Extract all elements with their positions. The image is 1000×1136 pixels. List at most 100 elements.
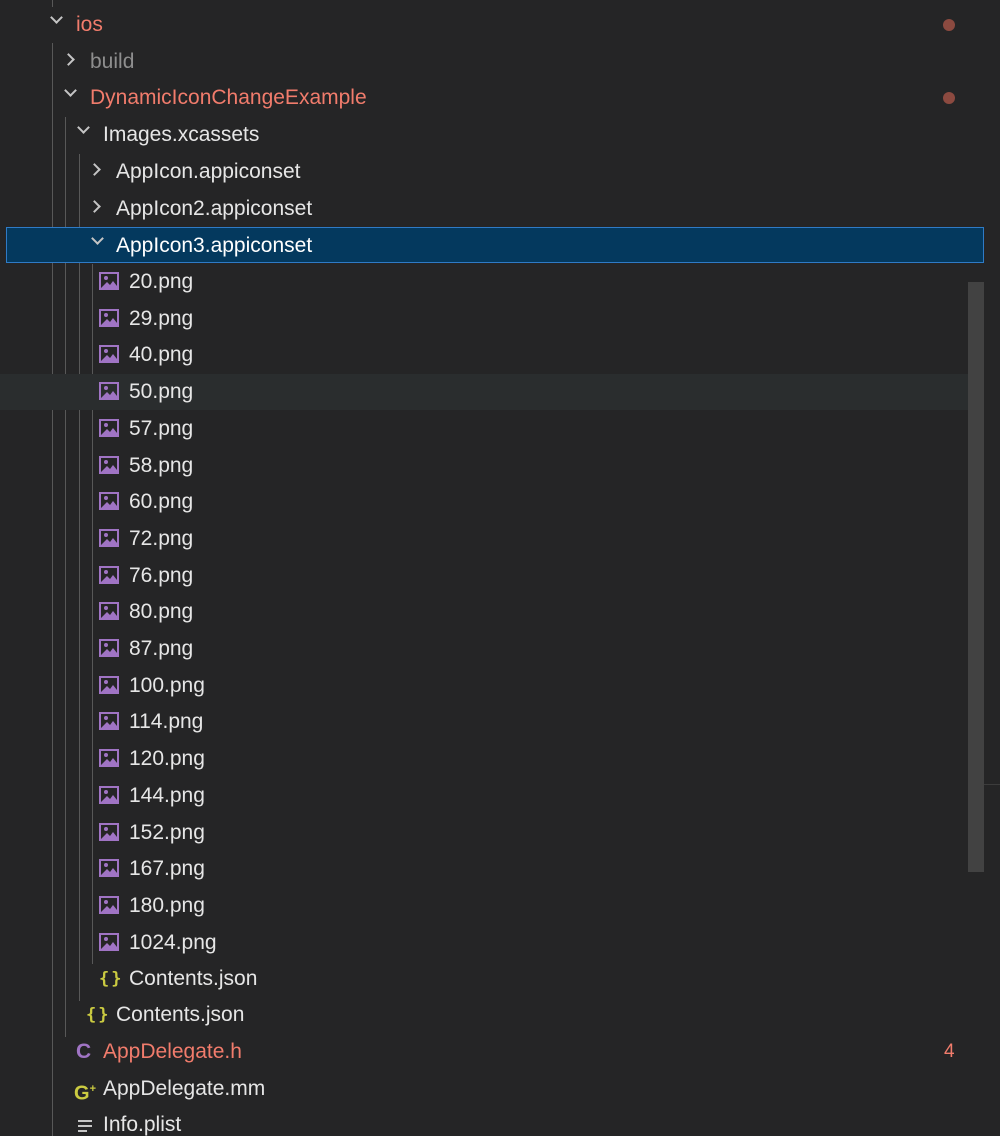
modified-dot-icon <box>943 19 955 31</box>
file-label: Info.plist <box>103 1113 182 1136</box>
file-label: 152.png <box>129 821 205 844</box>
tree-folder-appicon2-appiconset[interactable]: AppIcon2.appiconset <box>0 191 1000 227</box>
tree-file-appdelegate-mm[interactable]: G+ AppDelegate.mm <box>0 1071 1000 1107</box>
folder-label: Images.xcassets <box>103 123 260 146</box>
file-label: 167.png <box>129 857 205 880</box>
file-label: AppDelegate.mm <box>103 1077 266 1100</box>
file-label: Contents.json <box>116 1003 245 1026</box>
tree-file-png[interactable]: 114.png <box>0 704 1000 740</box>
chevron-right-icon <box>62 53 75 66</box>
image-file-icon <box>99 419 119 437</box>
tree-file-png[interactable]: 57.png <box>0 411 1000 447</box>
image-file-icon <box>99 712 119 730</box>
chevron-down-icon <box>77 121 90 134</box>
folder-label: AppIcon2.appiconset <box>116 197 313 220</box>
file-label: 87.png <box>129 637 194 660</box>
tree-file-png[interactable]: 120.png <box>0 741 1000 777</box>
modified-dot-icon <box>943 92 955 104</box>
json-braces-icon: {} <box>86 1005 111 1025</box>
file-label: 60.png <box>129 490 194 513</box>
tree-file-png[interactable]: 50.png <box>0 374 984 410</box>
image-file-icon <box>99 933 119 951</box>
chevron-down-icon <box>50 11 63 24</box>
file-label: 120.png <box>129 747 205 770</box>
image-file-icon <box>99 859 119 877</box>
file-label: 20.png <box>129 270 194 293</box>
folder-label: ios <box>76 13 103 36</box>
file-label: 29.png <box>129 307 194 330</box>
tree-file-png[interactable]: 152.png <box>0 815 1000 851</box>
image-file-icon <box>99 345 119 363</box>
scrollbar-track-edge <box>984 784 1000 785</box>
folder-label: AppIcon3.appiconset <box>116 234 313 257</box>
tree-file-png[interactable]: 180.png <box>0 888 1000 924</box>
tree-folder-images-xcassets[interactable]: Images.xcassets <box>0 117 1000 153</box>
tree-file-png[interactable]: 87.png <box>0 631 1000 667</box>
image-file-icon <box>99 492 119 510</box>
folder-label: AppIcon.appiconset <box>116 160 301 183</box>
file-label: AppDelegate.h <box>103 1040 242 1063</box>
folder-label: build <box>90 50 135 73</box>
file-label: 76.png <box>129 564 194 587</box>
tree-file-png[interactable]: 58.png <box>0 448 1000 484</box>
file-label: 80.png <box>129 600 194 623</box>
image-file-icon <box>99 602 119 620</box>
vertical-scrollbar[interactable] <box>968 282 984 872</box>
tree-folder-ios[interactable]: ios <box>0 7 1000 43</box>
file-explorer-tree: ios build DynamicIconChangeExample Image… <box>0 0 1000 1136</box>
image-file-icon <box>99 896 119 914</box>
file-label: 50.png <box>129 380 194 403</box>
image-file-icon <box>99 566 119 584</box>
image-file-icon <box>99 639 119 657</box>
file-label: 72.png <box>129 527 194 550</box>
file-label: Contents.json <box>129 967 258 990</box>
indent-guide <box>52 0 53 7</box>
chevron-right-icon <box>88 163 101 176</box>
tree-file-png[interactable]: 1024.png <box>0 925 1000 961</box>
file-label: 40.png <box>129 343 194 366</box>
chevron-right-icon <box>88 200 101 213</box>
tree-file-png[interactable]: 144.png <box>0 778 1000 814</box>
tree-file-png[interactable]: 76.png <box>0 558 1000 594</box>
image-file-icon <box>99 309 119 327</box>
tree-file-png[interactable]: 40.png <box>0 337 1000 373</box>
image-file-icon <box>99 272 119 290</box>
image-file-icon <box>99 382 119 400</box>
tree-folder-appicon3-appiconset[interactable]: AppIcon3.appiconset <box>6 227 984 263</box>
tree-file-png[interactable]: 167.png <box>0 851 1000 887</box>
list-lines-icon <box>78 1120 92 1132</box>
tree-file-png[interactable]: 60.png <box>0 484 1000 520</box>
tree-file-contents-json[interactable]: {} Contents.json <box>0 961 1000 997</box>
image-file-icon <box>99 823 119 841</box>
image-file-icon <box>99 749 119 767</box>
file-label: 57.png <box>129 417 194 440</box>
tree-file-appdelegate-h[interactable]: C AppDelegate.h 4 <box>0 1034 1000 1070</box>
tree-folder-appicon-appiconset[interactable]: AppIcon.appiconset <box>0 154 1000 190</box>
problem-count-badge: 4 <box>944 1041 955 1062</box>
file-label: 58.png <box>129 454 194 477</box>
image-file-icon <box>99 676 119 694</box>
tree-folder-build[interactable]: build <box>0 44 1000 80</box>
file-label: 114.png <box>129 710 204 733</box>
image-file-icon <box>99 456 119 474</box>
tree-file-png[interactable]: 29.png <box>0 301 1000 337</box>
file-label: 144.png <box>129 784 205 807</box>
file-label: 100.png <box>129 674 205 697</box>
tree-file-png[interactable]: 20.png <box>0 264 1000 300</box>
tree-file-contents-json[interactable]: {} Contents.json <box>0 997 1000 1033</box>
image-file-icon <box>99 529 119 547</box>
tree-file-png[interactable]: 80.png <box>0 594 1000 630</box>
folder-label: DynamicIconChangeExample <box>90 86 367 109</box>
image-file-icon <box>99 786 119 804</box>
c-header-icon: C <box>76 1040 92 1063</box>
file-label: 1024.png <box>129 931 217 954</box>
tree-file-png[interactable]: 100.png <box>0 668 1000 704</box>
tree-file-png[interactable]: 72.png <box>0 521 1000 557</box>
file-label: 180.png <box>129 894 205 917</box>
chevron-down-icon <box>64 84 77 97</box>
chevron-down-icon <box>91 232 104 245</box>
tree-file-info-plist[interactable]: Info.plist <box>0 1107 1000 1136</box>
tree-folder-dynamic-icon-change-example[interactable]: DynamicIconChangeExample <box>0 80 1000 116</box>
json-braces-icon: {} <box>99 969 124 989</box>
cpp-icon: G+ <box>74 1082 96 1105</box>
